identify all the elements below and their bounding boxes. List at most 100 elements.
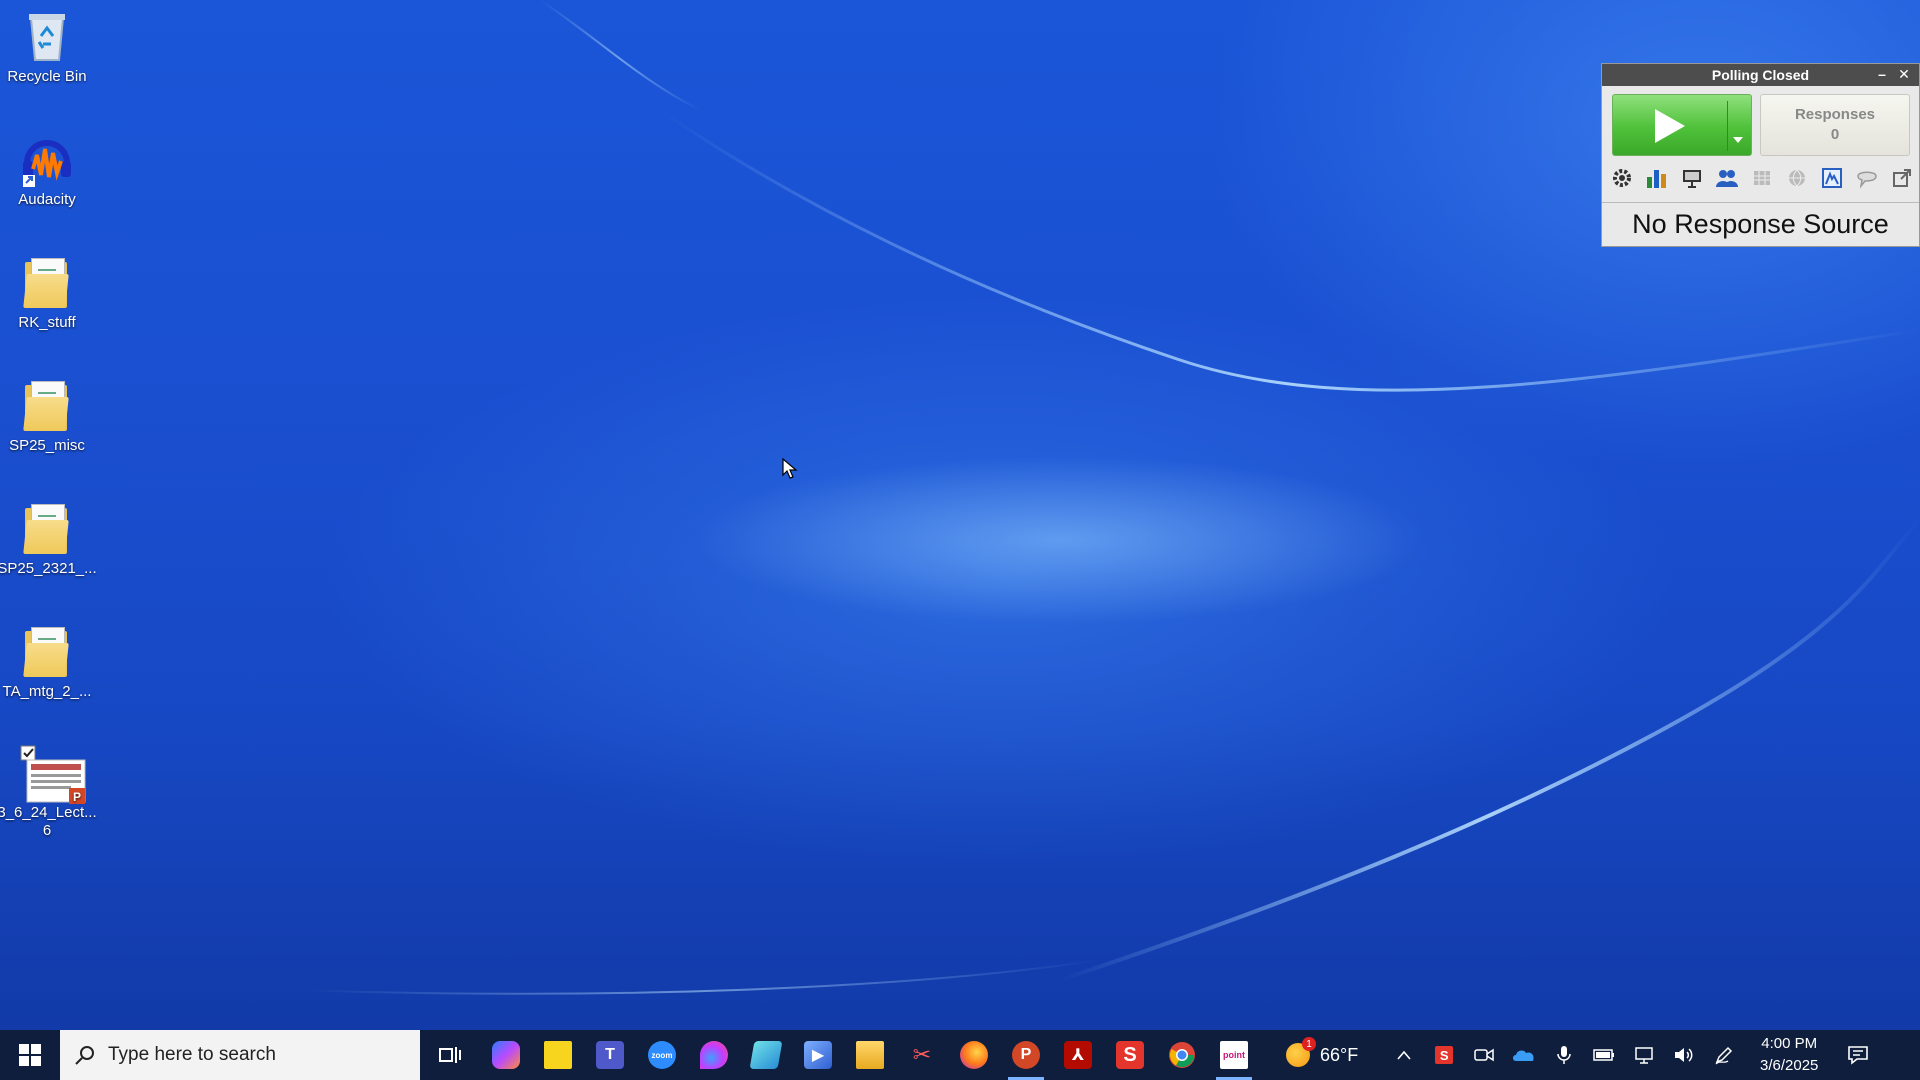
weather-widget[interactable]: 66°F [1286, 1037, 1359, 1067]
pen-icon[interactable] [1704, 1030, 1744, 1080]
response-source-label: No Response Source [1602, 202, 1919, 246]
taskbar-clock[interactable]: 4:00 PM 3/6/2025 [1744, 1033, 1834, 1077]
polling-toolbar [1608, 164, 1916, 194]
network-icon[interactable] [1624, 1030, 1664, 1080]
search-icon [75, 1046, 94, 1065]
powerpoint-file-icon: P [19, 744, 86, 804]
clock-date: 3/6/2025 [1760, 1057, 1819, 1074]
search-placeholder: Type here to search [108, 1044, 276, 1065]
globe-icon[interactable] [1783, 164, 1811, 192]
sticky-notes-icon [544, 1041, 572, 1069]
grid-icon[interactable] [1748, 164, 1776, 192]
chevron-down-icon[interactable] [1733, 137, 1743, 143]
folder-icon [19, 377, 75, 433]
chevron-up-icon[interactable] [1384, 1030, 1424, 1080]
gear-icon[interactable] [1608, 164, 1636, 192]
acrobat-icon: ⅄ [1064, 1041, 1092, 1069]
teams-icon: T [596, 1041, 624, 1069]
file-explorer-icon [856, 1041, 884, 1069]
polling-widget-titlebar[interactable]: Polling Closed – ✕ [1602, 64, 1919, 86]
task-view-button[interactable] [420, 1030, 480, 1080]
notification-icon [1848, 1046, 1869, 1065]
desktop-icon-label: 3_6_24_Lect... 6 [0, 804, 97, 839]
desktop-icon-sp25-2321[interactable]: SP25_2321_... [0, 500, 97, 578]
taskbar-app-pointsolutions[interactable]: point [1208, 1030, 1260, 1080]
desktop-icon-label: TA_mtg_2_... [2, 683, 92, 700]
taskbar-app-powerpoint[interactable]: P [1000, 1030, 1052, 1080]
taskbar-app-firefox[interactable] [948, 1030, 1000, 1080]
notepad-icon [749, 1041, 783, 1069]
scissors-icon: ✂ [912, 1042, 932, 1067]
desktop-icon-ta-mtg[interactable]: TA_mtg_2_... [2, 623, 92, 701]
desktop-icon-label: Recycle Bin [7, 68, 87, 85]
battery-icon[interactable] [1584, 1030, 1624, 1080]
participants-icon[interactable] [1713, 164, 1741, 192]
paint-drop-icon [700, 1041, 728, 1069]
taskbar-app-chrome[interactable] [1156, 1030, 1208, 1080]
audacity-icon [19, 131, 75, 187]
taskbar-app-zoom[interactable]: zoom [636, 1030, 688, 1080]
minimize-icon[interactable]: – [1873, 66, 1891, 82]
taskbar-app-snipping-tool[interactable]: ✂ [896, 1030, 948, 1080]
volume-icon[interactable] [1664, 1030, 1704, 1080]
image-icon[interactable] [1818, 164, 1846, 192]
action-center-button[interactable] [1834, 1030, 1882, 1080]
weather-temperature: 66°F [1320, 1044, 1359, 1065]
desktop-icon-recycle-bin[interactable]: Recycle Bin [2, 8, 92, 86]
clock-time: 4:00 PM [1761, 1035, 1818, 1052]
desktop-icon-rk-stuff[interactable]: RK_stuff [2, 254, 92, 332]
responses-counter[interactable]: Responses 0 [1760, 94, 1910, 156]
svg-text:P: P [73, 790, 81, 804]
start-polling-button[interactable] [1612, 94, 1752, 156]
s-app-icon: S [1116, 1041, 1144, 1069]
taskbar-app-acrobat[interactable]: ⅄ [1052, 1030, 1104, 1080]
firefox-icon [960, 1041, 988, 1069]
presentation-icon[interactable] [1678, 164, 1706, 192]
polling-widget: Polling Closed – ✕ Responses 0 No Respon… [1601, 63, 1920, 247]
taskbar-app-sticky-notes[interactable] [532, 1030, 584, 1080]
recycle-bin-icon [19, 8, 75, 64]
play-icon [1655, 109, 1685, 143]
popout-icon[interactable] [1888, 164, 1916, 192]
taskbar-app-teams[interactable]: T [584, 1030, 636, 1080]
pointsolutions-icon: point [1220, 1041, 1248, 1069]
chrome-icon [1169, 1042, 1195, 1068]
taskbar-app-slides[interactable]: S [1104, 1030, 1156, 1080]
system-tray: S [1384, 1030, 1744, 1080]
desktop-icon-sp25-misc[interactable]: SP25_misc [2, 377, 92, 455]
polling-status-title: Polling Closed [1711, 67, 1810, 83]
pinned-apps: T zoom ▶ ✂ P ⅄ S point [480, 1030, 1260, 1080]
powerpoint-icon: P [1012, 1041, 1040, 1069]
taskbar-app-notepad[interactable] [740, 1030, 792, 1080]
desktop-icon-label: SP25_misc [9, 437, 85, 454]
desktop-icon-label: Audacity [18, 191, 76, 208]
bar-chart-icon[interactable] [1643, 164, 1671, 192]
desktop-icon-label: SP25_2321_... [0, 560, 97, 577]
weather-sun-icon [1286, 1037, 1316, 1067]
camera-icon[interactable] [1464, 1030, 1504, 1080]
folder-icon [19, 500, 75, 556]
folder-icon [19, 254, 75, 310]
zoom-icon: zoom [648, 1041, 676, 1069]
speech-bubble-icon[interactable] [1853, 164, 1881, 192]
onedrive-icon[interactable] [1504, 1030, 1544, 1080]
taskbar-search-box[interactable]: Type here to search [60, 1030, 420, 1080]
desktop-icon-label: RK_stuff [18, 314, 76, 331]
desktop-icon-audacity[interactable]: Audacity [2, 131, 92, 209]
copilot-icon [492, 1041, 520, 1069]
s-tray-icon[interactable]: S [1424, 1030, 1464, 1080]
start-button[interactable] [0, 1030, 60, 1080]
taskbar-app-paint[interactable] [688, 1030, 740, 1080]
video-player-icon: ▶ [804, 1041, 832, 1069]
taskbar-app-video[interactable]: ▶ [792, 1030, 844, 1080]
desktop-icon-lecture-pptx[interactable]: P 3_6_24_Lect... 6 [0, 744, 97, 840]
task-view-icon [439, 1047, 461, 1063]
responses-count: 0 [1830, 126, 1840, 143]
taskbar-app-copilot[interactable] [480, 1030, 532, 1080]
mouse-cursor-icon [782, 458, 798, 479]
taskbar: Type here to search T zoom ▶ ✂ P ⅄ S poi… [0, 1030, 1920, 1080]
windows-logo-icon [19, 1044, 41, 1066]
close-icon[interactable]: ✕ [1895, 66, 1913, 83]
microphone-icon[interactable] [1544, 1030, 1584, 1080]
taskbar-app-file-explorer[interactable] [844, 1030, 896, 1080]
